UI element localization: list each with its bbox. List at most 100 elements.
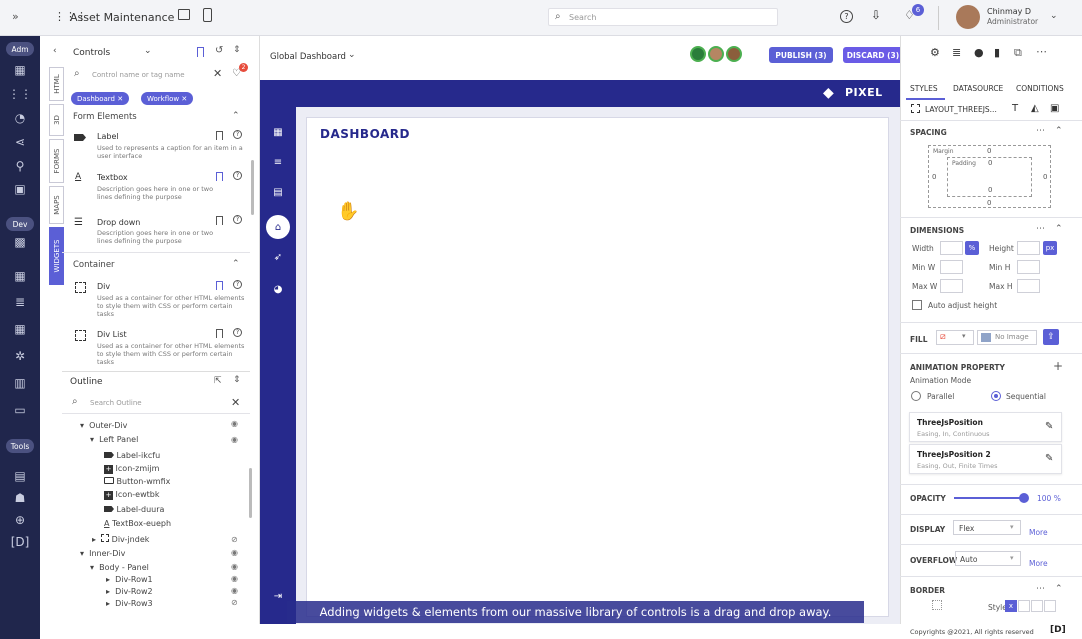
rail-dev-label[interactable]: Dev	[6, 217, 34, 231]
tab-forms[interactable]: FORMS	[49, 139, 64, 183]
controls-scrollbar[interactable]	[251, 160, 254, 215]
margin-left[interactable]: 0	[932, 173, 936, 181]
eye-icon[interactable]: ◉	[231, 548, 238, 557]
eye-hidden-icon[interactable]: ⊘	[231, 598, 238, 607]
dashboard-icon[interactable]: ▦	[260, 127, 296, 138]
paint-bucket-icon[interactable]: ◭	[1031, 103, 1039, 114]
tab-maps[interactable]: MAPS	[49, 186, 64, 224]
user-config-icon[interactable]: ☗	[0, 488, 40, 508]
margin-bottom[interactable]: 0	[987, 199, 991, 207]
desktop-view-icon[interactable]	[178, 9, 190, 20]
sort-icon[interactable]: ⇕	[233, 45, 241, 55]
info-icon[interactable]: ?	[233, 215, 242, 224]
opacity-slider[interactable]	[954, 493, 1029, 503]
more-icon[interactable]: ⋯	[1036, 584, 1045, 594]
text-format-icon[interactable]: T	[1012, 103, 1018, 114]
settings-icon[interactable]: ✲	[0, 346, 40, 366]
clear-search-icon[interactable]: ✕	[213, 67, 222, 80]
bookmark-icon[interactable]	[216, 216, 223, 225]
border-dotted-option[interactable]	[1044, 600, 1056, 612]
border-dashed-option[interactable]	[1031, 600, 1043, 612]
outline-node[interactable]: ▾ Body - Panel	[90, 563, 149, 572]
chip-dashboard[interactable]: Dashboard ✕	[71, 92, 130, 105]
tab-datasource[interactable]: DATASOURCE	[953, 84, 1003, 93]
grid-icon[interactable]: ⋮⋮	[0, 84, 40, 104]
add-icon[interactable]: +	[1053, 359, 1063, 373]
download-icon[interactable]: ⇩	[871, 8, 881, 22]
eye-icon[interactable]: ◉	[231, 586, 238, 595]
rail-adm-label[interactable]: Adm	[6, 42, 34, 56]
tab-widgets[interactable]: WIDGETS	[49, 227, 64, 285]
help-icon[interactable]: ?	[840, 10, 853, 23]
outline-node[interactable]: Label-ikcfu	[104, 451, 160, 460]
tab-3d[interactable]: 3D	[49, 104, 64, 136]
width-unit-toggle[interactable]: %	[965, 241, 979, 255]
collapse-chevron-icon[interactable]: ⌃	[232, 259, 240, 269]
height-input[interactable]	[1017, 241, 1040, 255]
bookmark-icon[interactable]	[216, 281, 223, 290]
sort-icon[interactable]: ⇕	[233, 375, 241, 385]
upload-icon[interactable]: ⇪	[1043, 329, 1059, 345]
tab-styles[interactable]: STYLES	[910, 84, 938, 93]
more-icon[interactable]: ⋯	[1036, 126, 1045, 136]
padding-top[interactable]: 0	[988, 159, 992, 167]
outline-node[interactable]: ▾ Inner-Div	[80, 549, 125, 558]
database-icon[interactable]: ≣	[0, 292, 40, 312]
dashboard-icon[interactable]: ▦	[0, 60, 40, 80]
outline-node[interactable]: ▸ Div-Row2	[106, 587, 153, 596]
document-icon[interactable]: ▤	[0, 466, 40, 486]
info-icon[interactable]: ●	[974, 46, 984, 59]
outline-node[interactable]: ▸ Div-Row3	[106, 599, 153, 608]
expand-icon[interactable]: »	[12, 10, 19, 23]
border-none-option[interactable]: x	[1005, 600, 1017, 612]
rocket-icon[interactable]: ➶	[260, 252, 296, 263]
outline-node[interactable]: ▸ Div-Row1	[106, 575, 153, 584]
avatar[interactable]	[708, 46, 724, 62]
edit-icon[interactable]: ✎	[1045, 453, 1053, 464]
puzzle-icon[interactable]: ▩	[0, 232, 40, 252]
target-icon[interactable]: ▣	[0, 179, 40, 199]
control-name[interactable]: Div List	[97, 330, 127, 339]
chevron-down-icon[interactable]: ⌄	[348, 50, 356, 60]
auto-adjust-checkbox[interactable]	[912, 300, 922, 310]
width-input[interactable]	[940, 241, 963, 255]
publish-button[interactable]: PUBLISH (3)	[769, 47, 833, 63]
bookmark-icon[interactable]	[216, 131, 223, 140]
external-link-icon[interactable]: ⧉	[1014, 46, 1022, 60]
padding-bottom[interactable]: 0	[988, 186, 992, 194]
list-icon[interactable]: ≡	[260, 157, 296, 168]
controls-search-input[interactable]: Control name or tag name	[92, 71, 185, 79]
edit-icon[interactable]: ✎	[1045, 421, 1053, 432]
height-unit-toggle[interactable]: px	[1043, 241, 1057, 255]
more-icon[interactable]: ⋯	[1036, 45, 1047, 58]
fill-color-picker[interactable]: ⧄ ▾	[936, 330, 974, 345]
control-name[interactable]: Textbox	[97, 173, 128, 182]
outline-node[interactable]: Button-wmfix	[104, 477, 170, 486]
eye-icon[interactable]: ◉	[231, 435, 238, 444]
chevron-down-icon[interactable]: ⌄	[1050, 11, 1058, 21]
eye-icon[interactable]: ◉	[231, 574, 238, 583]
sequential-radio[interactable]	[991, 391, 1001, 401]
tab-html[interactable]: HTML	[49, 67, 64, 101]
delete-icon[interactable]: ▮	[994, 46, 1000, 59]
outline-node[interactable]: Label-duura	[104, 505, 164, 514]
display-more-link[interactable]: More	[1029, 528, 1048, 537]
fill-image-picker[interactable]: No Image	[977, 330, 1037, 345]
globe-icon[interactable]: ⊕	[0, 510, 40, 530]
control-name[interactable]: Label	[97, 132, 119, 141]
margin-right[interactable]: 0	[1043, 173, 1047, 181]
outline-node[interactable]: + Icon-ewtbk	[104, 490, 159, 500]
collapse-panel-icon[interactable]: ‹	[53, 46, 57, 56]
bookmark-icon[interactable]	[197, 47, 204, 57]
gauge-icon[interactable]: ◔	[0, 108, 40, 128]
search-input[interactable]: Search	[569, 13, 596, 22]
max-width-input[interactable]	[940, 279, 963, 293]
dashboard-stage[interactable]: DASHBOARD ✋	[306, 117, 889, 617]
min-width-input[interactable]	[940, 260, 963, 274]
info-icon[interactable]: ?	[233, 280, 242, 289]
parallel-radio[interactable]	[911, 391, 921, 401]
info-icon[interactable]: ?	[233, 171, 242, 180]
mobile-view-icon[interactable]	[203, 8, 212, 22]
border-sides-icon[interactable]	[932, 600, 942, 610]
collapse-outline-icon[interactable]: ⇱	[214, 376, 222, 386]
